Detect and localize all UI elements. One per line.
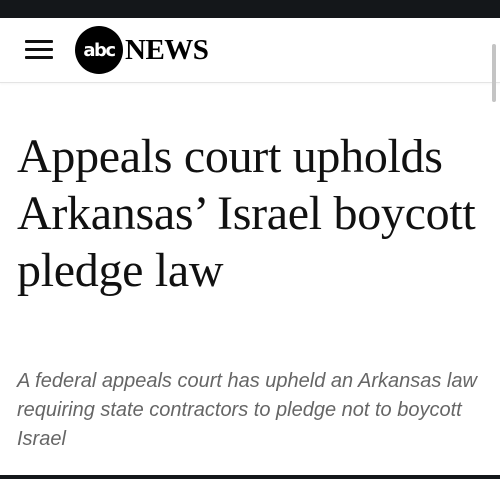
article-subheadline: A federal appeals court has upheld an Ar…	[17, 370, 477, 450]
news-wordmark: NEWS	[125, 33, 209, 66]
article-headline: Appeals court upholds Arkansas’ Israel b…	[17, 130, 476, 297]
hamburger-menu-icon	[25, 40, 53, 43]
menu-button[interactable]	[25, 38, 53, 60]
status-bar	[0, 0, 500, 18]
bottom-bar	[0, 475, 500, 479]
scrollbar[interactable]	[492, 44, 496, 102]
hamburger-menu-icon	[25, 48, 53, 51]
abc-logo-mark: abc	[75, 26, 123, 74]
abc-news-logo[interactable]: abc NEWS	[75, 26, 209, 74]
site-header: abc NEWS	[0, 18, 500, 83]
hamburger-menu-icon	[25, 56, 53, 59]
